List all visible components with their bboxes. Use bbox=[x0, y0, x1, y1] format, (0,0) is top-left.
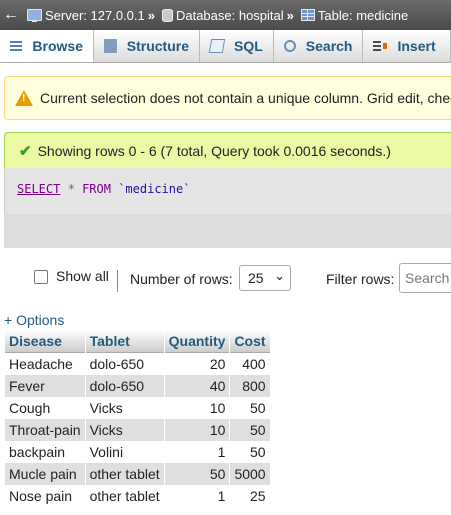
cell-disease: Nose pain bbox=[5, 485, 85, 507]
tab-browse[interactable]: Browse bbox=[0, 30, 94, 62]
filter-search-input[interactable]: Search bbox=[399, 263, 451, 293]
tab-insert-label: Insert bbox=[397, 38, 436, 54]
server-icon bbox=[27, 9, 42, 22]
cell-cost: 400 bbox=[230, 353, 270, 375]
structure-icon bbox=[104, 39, 117, 53]
cell-tablet: Vicks bbox=[85, 397, 164, 419]
show-all-checkbox[interactable] bbox=[34, 270, 48, 284]
cell-disease: backpain bbox=[5, 441, 85, 463]
navigation-controls: Show all Number of rows: 25 ⌄ Filter row… bbox=[0, 262, 451, 294]
cell-quantity: 1 bbox=[164, 441, 230, 463]
chevron-down-icon: ⌄ bbox=[274, 268, 285, 283]
sql-star: * bbox=[67, 182, 75, 196]
tab-sql[interactable]: SQL bbox=[200, 30, 274, 62]
cell-disease: Fever bbox=[5, 375, 85, 397]
table-row[interactable]: Fever dolo-650 40 800 bbox=[5, 375, 270, 397]
tab-structure-label: Structure bbox=[126, 38, 189, 54]
results-table: Disease Tablet Quantity Cost Headache do… bbox=[4, 330, 271, 507]
divider bbox=[117, 270, 118, 292]
sql-icon bbox=[208, 39, 226, 53]
sql-query-display: SELECT * FROM `medicine` bbox=[4, 168, 451, 214]
cell-disease: Throat-pain bbox=[5, 419, 85, 441]
breadcrumb-table-label[interactable]: Table: medicine bbox=[318, 8, 408, 23]
cell-quantity: 40 bbox=[164, 375, 230, 397]
cell-disease: Mucle pain bbox=[5, 463, 85, 485]
cell-cost: 50 bbox=[230, 441, 270, 463]
breadcrumb-database-label[interactable]: Database: hospital bbox=[176, 8, 284, 23]
browse-icon bbox=[10, 38, 23, 53]
cell-tablet: other tablet bbox=[85, 463, 164, 485]
breadcrumb: ← Server: 127.0.0.1 » Database: hospital… bbox=[0, 0, 451, 30]
column-header-disease[interactable]: Disease bbox=[5, 330, 85, 353]
column-header-tablet[interactable]: Tablet bbox=[85, 330, 164, 353]
options-link[interactable]: + Options bbox=[4, 312, 64, 328]
breadcrumb-separator: » bbox=[147, 7, 155, 23]
sql-table-name: `medicine` bbox=[118, 182, 191, 196]
query-toolbar bbox=[4, 214, 451, 248]
table-row[interactable]: backpain Volini 1 50 bbox=[5, 441, 270, 463]
number-of-rows-select[interactable]: 25 ⌄ bbox=[239, 265, 291, 291]
breadcrumb-database[interactable]: Database: hospital bbox=[157, 8, 284, 23]
tab-bar: Browse Structure SQL Search Insert bbox=[0, 30, 451, 63]
sql-keyword-from: FROM bbox=[82, 182, 111, 196]
table-row[interactable]: Cough Vicks 10 50 bbox=[5, 397, 270, 419]
filter-rows-label: Filter rows: bbox=[326, 271, 395, 287]
table-row[interactable]: Nose pain other tablet 1 25 bbox=[5, 485, 270, 507]
success-text: Showing rows 0 - 6 (7 total, Query took … bbox=[37, 143, 391, 159]
column-header-quantity[interactable]: Quantity bbox=[164, 330, 230, 353]
table-row[interactable]: Headache dolo-650 20 400 bbox=[5, 353, 270, 375]
warning-icon: ! bbox=[15, 90, 33, 106]
success-message: ✔ Showing rows 0 - 6 (7 total, Query too… bbox=[4, 132, 451, 169]
checkmark-icon: ✔ bbox=[19, 143, 32, 160]
breadcrumb-table[interactable]: Table: medicine bbox=[296, 8, 408, 23]
table-row[interactable]: Mucle pain other tablet 50 5000 bbox=[5, 463, 270, 485]
search-icon bbox=[283, 40, 296, 52]
sql-keyword-select[interactable]: SELECT bbox=[17, 182, 60, 196]
cell-cost: 25 bbox=[230, 485, 270, 507]
column-header-cost[interactable]: Cost bbox=[230, 330, 270, 353]
cell-cost: 5000 bbox=[230, 463, 270, 485]
tab-insert[interactable]: Insert bbox=[363, 30, 451, 62]
cell-cost: 50 bbox=[230, 419, 270, 441]
insert-icon bbox=[373, 39, 388, 53]
cell-quantity: 20 bbox=[164, 353, 230, 375]
tab-search-label: Search bbox=[305, 38, 353, 54]
warning-text: Current selection does not contain a uni… bbox=[40, 90, 451, 106]
tab-structure[interactable]: Structure bbox=[94, 30, 200, 62]
cell-tablet: Vicks bbox=[85, 419, 164, 441]
cell-quantity: 10 bbox=[164, 419, 230, 441]
back-arrow-icon[interactable]: ← bbox=[0, 6, 22, 24]
cell-quantity: 10 bbox=[164, 397, 230, 419]
cell-tablet: other tablet bbox=[85, 485, 164, 507]
tab-sql-label: SQL bbox=[234, 38, 263, 54]
cell-disease: Headache bbox=[5, 353, 85, 375]
cell-tablet: dolo-650 bbox=[85, 375, 164, 397]
tab-search[interactable]: Search bbox=[274, 30, 364, 62]
table-icon bbox=[300, 9, 315, 21]
cell-disease: Cough bbox=[5, 397, 85, 419]
breadcrumb-server-label[interactable]: Server: 127.0.0.1 bbox=[45, 8, 145, 23]
warning-message: ! Current selection does not contain a u… bbox=[4, 76, 451, 120]
show-all-label[interactable]: Show all bbox=[56, 268, 109, 284]
cell-cost: 50 bbox=[230, 397, 270, 419]
breadcrumb-separator: » bbox=[286, 7, 294, 23]
cell-cost: 800 bbox=[230, 375, 270, 397]
database-icon bbox=[161, 8, 173, 22]
cell-quantity: 50 bbox=[164, 463, 230, 485]
number-of-rows-value: 25 bbox=[248, 270, 264, 286]
tab-browse-label: Browse bbox=[32, 37, 83, 54]
cell-quantity: 1 bbox=[164, 485, 230, 507]
table-header-row: Disease Tablet Quantity Cost bbox=[5, 330, 270, 353]
table-row[interactable]: Throat-pain Vicks 10 50 bbox=[5, 419, 270, 441]
number-of-rows-label: Number of rows: bbox=[130, 271, 233, 287]
cell-tablet: dolo-650 bbox=[85, 353, 164, 375]
cell-tablet: Volini bbox=[85, 441, 164, 463]
breadcrumb-server[interactable]: Server: 127.0.0.1 bbox=[22, 8, 145, 23]
